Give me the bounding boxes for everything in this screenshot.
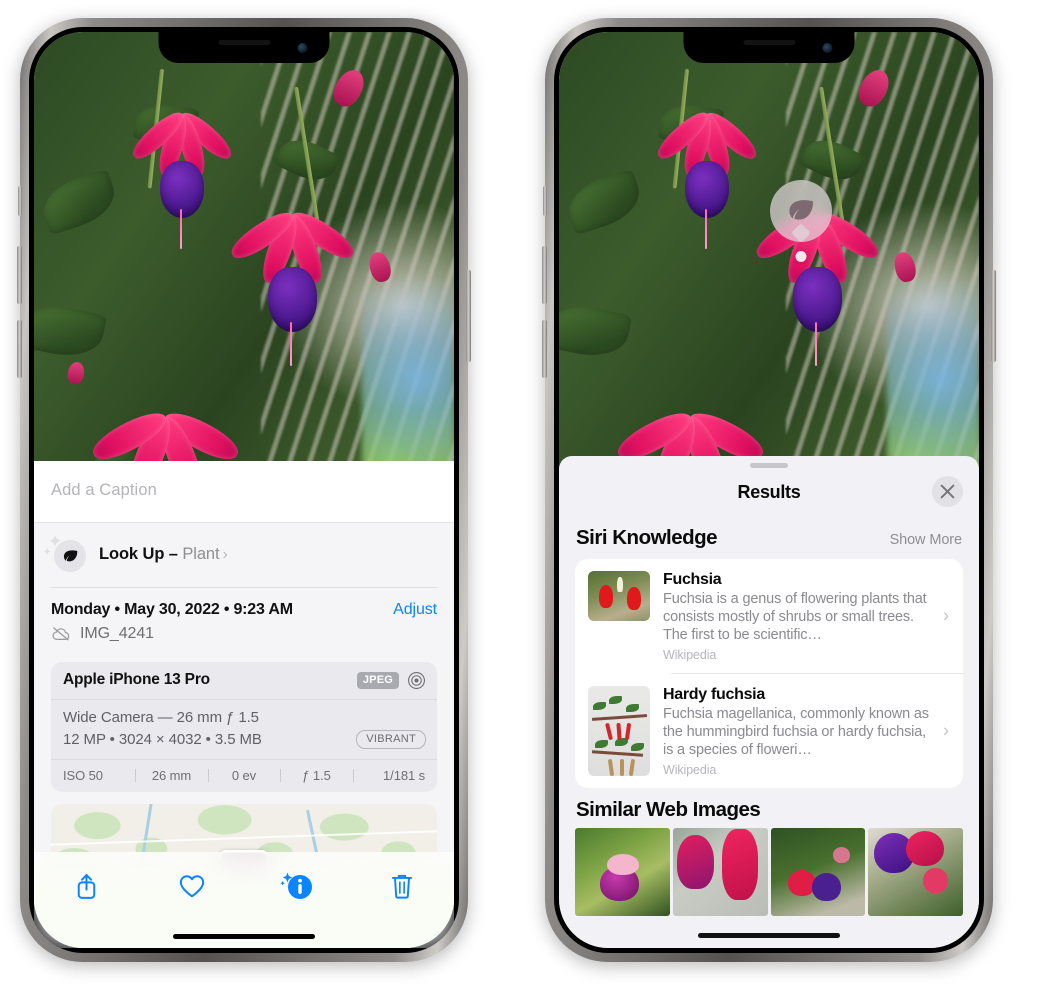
photo-filename: IMG_4241: [80, 624, 154, 642]
screen-right: Results Siri Knowledge Show More Fuchsia…: [559, 32, 979, 948]
front-camera-icon: [297, 43, 308, 53]
home-indicator[interactable]: [698, 933, 840, 938]
camera-dimensions: 12 MP • 3024 × 4032 • 3.5 MB: [63, 730, 262, 748]
leaf-icon: [789, 200, 813, 220]
chevron-right-icon: ›: [222, 546, 228, 563]
aperture-icon: [408, 671, 425, 689]
device-bezel: Results Siri Knowledge Show More Fuchsia…: [554, 27, 984, 953]
home-indicator[interactable]: [173, 934, 315, 939]
caption-placeholder: Add a Caption: [51, 481, 157, 499]
chevron-right-icon: ›: [943, 720, 949, 740]
look-up-label: Look Up – Plant ›: [99, 545, 228, 564]
adjust-button[interactable]: Adjust: [393, 601, 437, 619]
fuchsia-blossom: [653, 106, 762, 249]
camera-model: Apple iPhone 13 Pro: [63, 671, 210, 688]
knowledge-thumbnail: [588, 571, 650, 621]
camera-info-card: Apple iPhone 13 Pro JPEG Wide Camera — 2…: [51, 661, 437, 792]
exif-row: ISO 50 26 mm 0 ev ƒ 1.5 1/181 s: [51, 760, 437, 792]
trash-icon: [391, 874, 412, 899]
device-notch: [683, 32, 855, 63]
photo-date: Monday • May 30, 2022 • 9:23 AM: [51, 600, 293, 618]
knowledge-description: Fuchsia magellanica, commonly known as t…: [663, 705, 929, 758]
look-up-badge: ✦ ✦: [43, 533, 86, 572]
results-title: Results: [737, 481, 801, 502]
volume-up-button[interactable]: [17, 246, 22, 304]
share-icon: [77, 873, 96, 899]
knowledge-title: Fuchsia: [663, 571, 722, 588]
knowledge-title: Hardy fuchsia: [663, 685, 765, 703]
web-image[interactable]: [575, 827, 670, 916]
photo-style-badge: VIBRANT: [356, 729, 426, 749]
similar-web-images-strip[interactable]: [575, 827, 963, 916]
leaf-icon: [63, 550, 78, 562]
show-more-button[interactable]: Show More: [890, 532, 963, 548]
front-camera-icon: [822, 43, 833, 53]
format-badge: JPEG: [356, 671, 399, 689]
results-sheet: Results Siri Knowledge Show More Fuchsia…: [559, 456, 979, 948]
look-up-prefix: Look Up –: [99, 545, 183, 563]
heart-icon: [179, 875, 204, 898]
earpiece-speaker: [743, 40, 795, 45]
web-image[interactable]: [770, 827, 866, 916]
icloud-slash-icon: [52, 627, 70, 641]
fuchsia-blossom: [226, 205, 359, 367]
device-bezel: Add a Caption ✦ ✦ Look Up – Plant › Mond…: [29, 27, 459, 953]
fuchsia-blossom: [128, 106, 237, 249]
camera-lens: Wide Camera — 26 mm ƒ 1.5: [63, 708, 259, 726]
knowledge-description: Fuchsia is a genus of flowering plants t…: [663, 591, 927, 643]
power-button[interactable]: [466, 270, 471, 362]
similar-web-images-title: Similar Web Images: [576, 797, 761, 821]
earpiece-speaker: [218, 40, 270, 45]
info-button[interactable]: [269, 866, 325, 906]
badge-anchor-dot: [795, 251, 807, 262]
siri-knowledge-title: Siri Knowledge: [576, 526, 718, 549]
exif-shutter: 1/181 s: [383, 767, 425, 783]
knowledge-source: Wikipedia: [663, 762, 717, 777]
close-icon: [940, 484, 955, 499]
volume-up-button[interactable]: [542, 246, 547, 304]
web-image[interactable]: [672, 827, 768, 916]
knowledge-source: Wikipedia: [663, 648, 717, 662]
siri-knowledge-card: Fuchsia Fuchsia is a genus of flowering …: [575, 559, 963, 788]
knowledge-thumbnail: [588, 685, 650, 776]
web-image[interactable]: [868, 827, 963, 916]
power-button[interactable]: [991, 270, 996, 362]
sparkle-icon: ✦: [43, 547, 52, 558]
exif-aperture: ƒ 1.5: [302, 767, 331, 783]
iphone-right-device: Results Siri Knowledge Show More Fuchsia…: [542, 18, 996, 962]
device-notch: [158, 32, 330, 63]
photo-metadata: Monday • May 30, 2022 • 9:23 AM Adjust I…: [34, 587, 454, 653]
info-sparkle-icon: [279, 872, 312, 899]
caption-field[interactable]: Add a Caption: [34, 461, 454, 523]
iphone-left-device: Add a Caption ✦ ✦ Look Up – Plant › Mond…: [17, 18, 471, 962]
close-button[interactable]: [932, 476, 963, 507]
exif-focal-length: 26 mm: [151, 767, 192, 783]
exif-iso: ISO 50: [63, 767, 103, 783]
favorite-button[interactable]: [164, 866, 220, 906]
siri-knowledge-header: Siri Knowledge Show More: [559, 516, 979, 559]
visual-look-up-badge[interactable]: [770, 180, 832, 262]
mute-switch[interactable]: [543, 186, 547, 216]
share-button[interactable]: [59, 866, 115, 906]
similar-web-images-header: Similar Web Images: [559, 788, 979, 828]
screen-left: Add a Caption ✦ ✦ Look Up – Plant › Mond…: [34, 32, 454, 948]
results-header: Results: [559, 468, 979, 516]
knowledge-item[interactable]: Hardy fuchsia Fuchsia magellanica, commo…: [575, 674, 963, 788]
knowledge-item[interactable]: Fuchsia Fuchsia is a genus of flowering …: [575, 559, 963, 673]
look-up-row[interactable]: ✦ ✦ Look Up – Plant ›: [34, 523, 454, 587]
screenshot-canvas: Add a Caption ✦ ✦ Look Up – Plant › Mond…: [0, 0, 1055, 985]
chevron-right-icon: ›: [943, 605, 949, 626]
delete-button[interactable]: [374, 866, 430, 906]
exif-exposure: 0 ev: [231, 767, 257, 783]
mute-switch[interactable]: [18, 186, 22, 216]
volume-down-button[interactable]: [17, 320, 22, 378]
look-up-subject: Plant: [182, 545, 220, 563]
volume-down-button[interactable]: [542, 320, 547, 378]
